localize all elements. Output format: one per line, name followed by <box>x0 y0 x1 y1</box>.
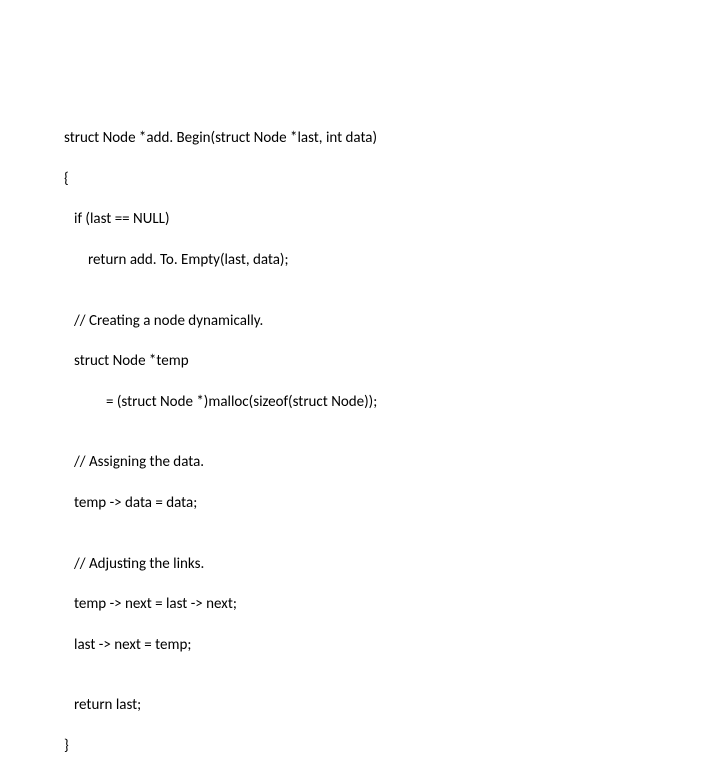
code-line: struct Node *add. Begin(struct Node *las… <box>64 128 377 148</box>
code-line: return last; <box>64 695 377 715</box>
code-line: last -> next = temp; <box>64 635 377 655</box>
code-line: { <box>64 169 377 189</box>
code-line: temp -> next = last -> next; <box>64 594 377 614</box>
code-line: = (struct Node *)malloc(sizeof(struct No… <box>64 392 377 412</box>
code-line: struct Node *temp <box>64 351 377 371</box>
code-line: // Creating a node dynamically. <box>64 311 377 331</box>
code-line: // Adjusting the links. <box>64 554 377 574</box>
code-line: } <box>64 736 377 756</box>
code-listing: struct Node *add. Begin(struct Node *las… <box>64 108 377 776</box>
code-line: if (last == NULL) <box>64 209 377 229</box>
code-line: return add. To. Empty(last, data); <box>64 250 377 270</box>
code-line: temp -> data = data; <box>64 493 377 513</box>
code-line: // Assigning the data. <box>64 452 377 472</box>
